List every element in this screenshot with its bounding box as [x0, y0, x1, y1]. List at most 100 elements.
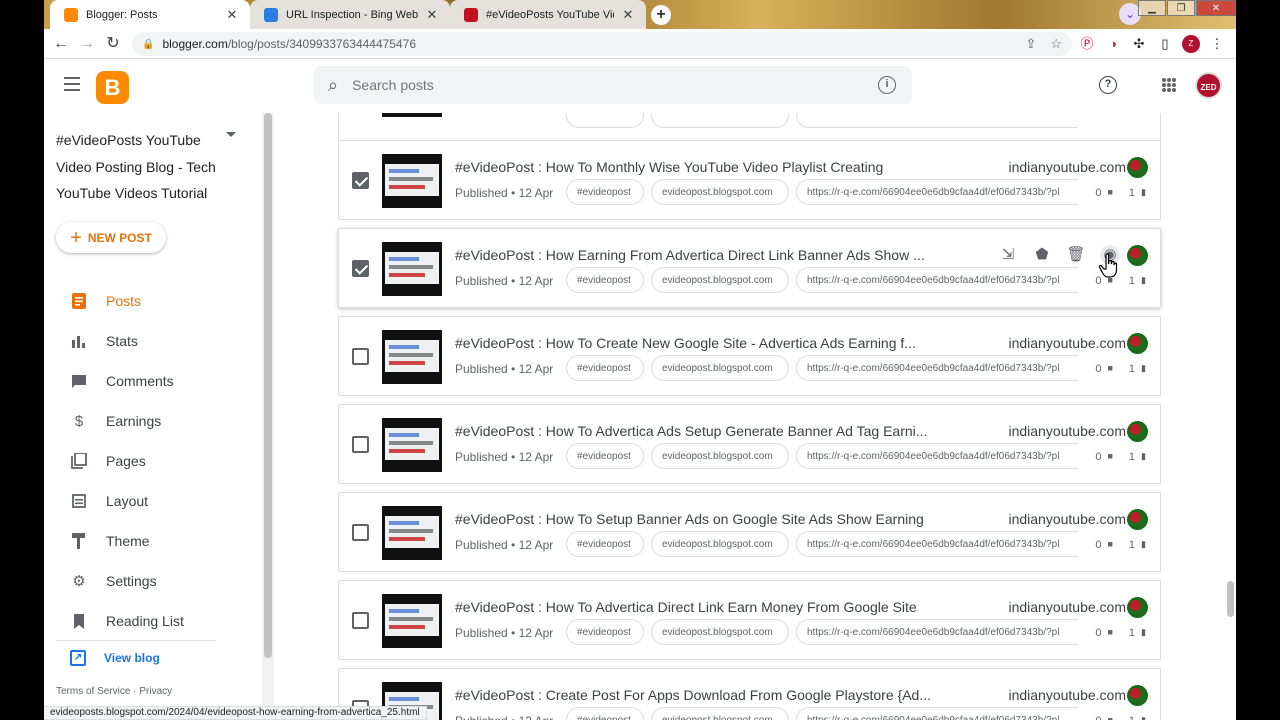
address-bar[interactable]: 🔒 blogger.com/blog/posts/340993376344447… — [132, 32, 1072, 56]
view-blog-link[interactable]: ↗ View blog — [70, 650, 160, 666]
post-row[interactable]: #eVideoPost : How To Setup Banner Ads on… — [338, 492, 1161, 572]
close-tab-icon[interactable]: ✕ — [620, 7, 636, 23]
post-label-chip[interactable]: #evideopost — [566, 179, 644, 205]
post-label-chip[interactable]: #evideopost — [566, 707, 644, 720]
post-row[interactable]: #eVideoPost : Create Post For Apps Downl… — [338, 668, 1161, 720]
comment-count-icon: ■ — [1107, 627, 1113, 637]
privacy-link[interactable]: Privacy — [139, 686, 172, 697]
footer-links: Terms of Service · Privacy — [56, 686, 173, 697]
post-link-chip[interactable]: https://r-q-e.com/66904ee0e6db9cfaa4df/e… — [796, 355, 1078, 381]
post-site-chip[interactable]: evideopost.blogspot.com — [651, 443, 789, 469]
tab-youtube-video[interactable]: #eVideoPosts YouTube Video Po ✕ — [450, 0, 646, 29]
pinterest-extension-icon[interactable]: Ⓟ — [1078, 35, 1096, 53]
post-checkbox[interactable] — [352, 524, 369, 541]
close-tab-icon[interactable]: ✕ — [224, 7, 240, 23]
label-icon[interactable]: ⬟ — [1032, 245, 1052, 265]
chrome-menu-icon[interactable]: ⋮ — [1208, 35, 1226, 53]
post-label-chip[interactable]: #evideopost — [566, 267, 644, 293]
post-link-chip[interactable]: https://r-q-e.com/66904ee0e6db9cfaa4df/e… — [796, 619, 1078, 645]
post-row[interactable]: #eVideoPost : How To Create New Google S… — [338, 316, 1161, 396]
main-scrollbar[interactable] — [1224, 113, 1236, 720]
tab-blogger-posts[interactable]: Blogger: Posts ✕ — [50, 0, 250, 29]
profile-icon[interactable]: Z — [1182, 35, 1200, 53]
new-post-button[interactable]: + NEW POST — [56, 222, 166, 253]
post-checkbox[interactable] — [352, 436, 369, 453]
extension-red-icon[interactable]: ◑ — [1104, 35, 1122, 53]
post-title[interactable]: #eVideoPost : Create Post For Apps Downl… — [455, 687, 995, 703]
restore-icon[interactable]: ❐ — [1167, 0, 1195, 16]
post-label-chip[interactable]: #evideopost — [566, 619, 644, 645]
account-avatar[interactable]: ZED — [1195, 72, 1222, 99]
help-icon[interactable]: ? — [1099, 76, 1117, 94]
sidebar-item-reading-list[interactable]: Reading List — [44, 606, 262, 636]
blogger-logo-icon[interactable]: B — [96, 71, 129, 104]
post-list: #eVideoPost : How To Monthly Wise YouTub… — [274, 113, 1236, 720]
post-row[interactable]: #eVideoPost : How To Monthly Wise YouTub… — [338, 140, 1161, 220]
post-link-chip[interactable]: https://r-q-e.com/66904ee0e6db9cfaa4df/e… — [796, 531, 1078, 557]
post-status: Published • 12 Apr — [455, 626, 554, 640]
sidebar-divider — [56, 640, 216, 641]
move-to-folder-icon[interactable]: ⇲ — [998, 245, 1018, 265]
post-label-chip[interactable]: #evideopost — [566, 531, 644, 557]
view-count-icon: ▮ — [1141, 715, 1146, 720]
post-link-chip[interactable]: https://r-q-e.com/66904ee0e6db9cfaa4df/e… — [796, 267, 1078, 293]
post-label-chip[interactable]: #evideopost — [566, 443, 644, 469]
forward-arrow-icon[interactable]: → — [76, 33, 98, 55]
post-site-chip[interactable]: evideopost.blogspot.com — [651, 707, 789, 720]
close-tab-icon[interactable]: ✕ — [424, 7, 440, 23]
post-row[interactable]: #eVideoPost : How Earning From Advertica… — [338, 228, 1161, 308]
info-icon[interactable]: i — [878, 76, 896, 94]
sidebar-item-pages[interactable]: Pages — [44, 446, 262, 476]
sidebar-item-layout[interactable]: Layout — [44, 486, 262, 516]
delete-icon[interactable]: 🗑 — [1066, 245, 1086, 265]
search-input[interactable] — [352, 77, 878, 93]
back-arrow-icon[interactable]: ← — [50, 33, 72, 55]
post-title[interactable]: #eVideoPost : How To Create New Google S… — [455, 335, 995, 351]
menu-icon[interactable] — [64, 77, 80, 95]
post-checkbox[interactable] — [352, 172, 369, 189]
terms-link[interactable]: Terms of Service — [56, 686, 130, 697]
post-checkbox[interactable] — [352, 260, 369, 277]
sidebar-item-earnings[interactable]: $ Earnings — [44, 406, 262, 436]
post-site-chip[interactable]: evideopost.blogspot.com — [651, 267, 789, 293]
post-link-chip[interactable]: https://r-q-e.com/66904ee0e6db9cfaa4df/e… — [796, 443, 1078, 469]
reload-icon[interactable]: ↻ — [102, 33, 124, 55]
post-site-chip[interactable]: evideopost.blogspot.com — [651, 179, 789, 205]
star-icon[interactable]: ☆ — [1050, 36, 1062, 52]
post-row[interactable]: #eVideoPost : How To Advertica Direct Li… — [338, 580, 1161, 660]
post-site-chip[interactable]: evideopost.blogspot.com — [651, 531, 789, 557]
post-checkbox[interactable] — [352, 348, 369, 365]
post-link-chip[interactable]: https://r-q-e.com/66904ee0e6db9cfaa4df/e… — [796, 707, 1078, 720]
minimize-icon[interactable]: ▁ — [1138, 0, 1166, 16]
post-label-chip[interactable]: #evideopost — [566, 355, 644, 381]
hand-cursor-icon — [1098, 253, 1118, 278]
window-close-icon[interactable]: ✕ — [1196, 0, 1236, 16]
dropdown-caret-icon[interactable] — [226, 132, 236, 137]
bing-favicon-icon — [264, 7, 278, 22]
post-title[interactable]: #eVideoPost : How Earning From Advertica… — [455, 247, 995, 263]
tab-bing-webmaster[interactable]: URL Inspection - Bing Webmaster ✕ — [250, 0, 450, 29]
side-panel-icon[interactable]: ▯ — [1156, 35, 1174, 53]
post-title[interactable]: #eVideoPost : How To Advertica Ads Setup… — [455, 423, 995, 439]
google-apps-icon[interactable] — [1162, 78, 1176, 92]
sidebar-scrollbar[interactable] — [262, 113, 274, 720]
post-row[interactable]: #eVideoPost : How To Advertica Ads Setup… — [338, 404, 1161, 484]
post-site-chip[interactable]: evideopost.blogspot.com — [651, 619, 789, 645]
puzzle-icon[interactable]: ✣ — [1130, 35, 1148, 53]
post-title[interactable]: #eVideoPost : How To Monthly Wise YouTub… — [455, 159, 995, 175]
post-title[interactable]: #eVideoPost : How To Setup Banner Ads on… — [455, 511, 995, 527]
post-title[interactable]: #eVideoPost : How To Advertica Direct Li… — [455, 599, 995, 615]
post-row[interactable] — [338, 113, 1161, 143]
search-icon[interactable]: ⌕ — [328, 75, 338, 96]
sidebar-item-theme[interactable]: Theme — [44, 526, 262, 556]
sidebar-item-settings[interactable]: ⚙ Settings — [44, 566, 262, 596]
post-checkbox[interactable] — [352, 612, 369, 629]
share-icon[interactable]: ⇪ — [1025, 36, 1036, 52]
sidebar-item-posts[interactable]: Posts — [44, 286, 262, 316]
new-tab-button[interactable]: + — [651, 5, 671, 25]
blog-selector[interactable]: #eVideoPosts YouTube Video Posting Blog … — [56, 127, 226, 207]
post-link-chip[interactable]: https://r-q-e.com/66904ee0e6db9cfaa4df/e… — [796, 179, 1078, 205]
sidebar-item-stats[interactable]: Stats — [44, 326, 262, 356]
post-site-chip[interactable]: evideopost.blogspot.com — [651, 355, 789, 381]
sidebar-item-comments[interactable]: Comments — [44, 366, 262, 396]
